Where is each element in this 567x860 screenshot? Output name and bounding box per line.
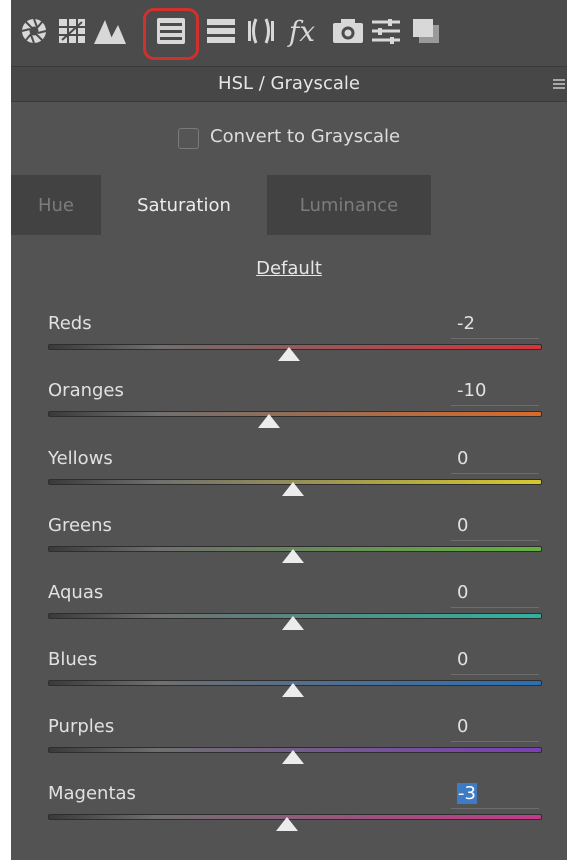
slider-oranges: Oranges -10 bbox=[11, 380, 567, 447]
slider-thumb[interactable] bbox=[282, 750, 304, 764]
slider-magentas: Magentas -3 bbox=[11, 783, 567, 850]
grid-icon[interactable] bbox=[55, 14, 89, 48]
slider-value: -3 bbox=[457, 783, 477, 804]
slider-thumb[interactable] bbox=[282, 616, 304, 630]
aperture-icon[interactable] bbox=[17, 14, 51, 48]
slider-greens: Greens 0 bbox=[11, 515, 567, 582]
panel-header: HSL / Grayscale bbox=[11, 66, 567, 102]
lens-icon[interactable] bbox=[244, 14, 278, 48]
slider-value-field[interactable]: -2 bbox=[451, 313, 539, 339]
slider-thumb[interactable] bbox=[276, 817, 298, 831]
slider-label: Aquas bbox=[48, 582, 104, 603]
slider-aquas: Aquas 0 bbox=[11, 582, 567, 649]
active-tool-highlight bbox=[143, 8, 199, 60]
slider-value-field[interactable]: -3 bbox=[451, 783, 539, 809]
camera-raw-panel: fx HSL / Grayscale Convert to Grayscale … bbox=[11, 0, 567, 860]
slider-label: Yellows bbox=[48, 448, 113, 469]
slider-yellows: Yellows 0 bbox=[11, 448, 567, 515]
slider-label: Oranges bbox=[48, 380, 124, 401]
slider-label: Purples bbox=[48, 716, 115, 737]
slider-thumb[interactable] bbox=[282, 549, 304, 563]
slider-thumb[interactable] bbox=[282, 683, 304, 697]
tab-hue[interactable]: Hue bbox=[11, 175, 101, 235]
slider-thumb[interactable] bbox=[278, 347, 300, 361]
slider-value-field[interactable]: 0 bbox=[451, 716, 539, 742]
slider-value-field[interactable]: 0 bbox=[451, 582, 539, 608]
slider-thumb[interactable] bbox=[258, 414, 280, 428]
fx-label: fx bbox=[288, 14, 316, 48]
slider-value-field[interactable]: 0 bbox=[451, 649, 539, 675]
slider-value: 0 bbox=[457, 649, 469, 670]
panel-toolbar: fx bbox=[11, 0, 567, 66]
slider-label: Blues bbox=[48, 649, 98, 670]
default-link[interactable]: Default bbox=[256, 258, 322, 279]
split-toning-icon[interactable] bbox=[204, 14, 238, 48]
slider-reds: Reds -2 bbox=[11, 313, 567, 380]
slider-label: Magentas bbox=[48, 783, 136, 804]
mountain-icon[interactable] bbox=[93, 14, 127, 48]
slider-value-field[interactable]: 0 bbox=[451, 448, 539, 474]
slider-value: 0 bbox=[457, 716, 469, 737]
slider-value: -10 bbox=[457, 380, 487, 401]
panel-menu-icon[interactable] bbox=[553, 79, 565, 89]
slider-label: Greens bbox=[48, 515, 112, 536]
fx-icon[interactable]: fx bbox=[281, 14, 323, 48]
convert-grayscale-label[interactable]: Convert to Grayscale bbox=[210, 126, 400, 147]
slider-label: Reds bbox=[48, 313, 92, 334]
snapshots-icon[interactable] bbox=[409, 14, 443, 48]
slider-track[interactable] bbox=[48, 411, 542, 417]
slider-value: -2 bbox=[457, 313, 475, 334]
tab-saturation[interactable]: Saturation bbox=[101, 175, 267, 235]
slider-value: 0 bbox=[457, 582, 469, 603]
slider-value: 0 bbox=[457, 515, 469, 536]
camera-icon[interactable] bbox=[331, 14, 365, 48]
tab-luminance[interactable]: Luminance bbox=[267, 175, 431, 235]
convert-grayscale-checkbox[interactable] bbox=[178, 128, 199, 149]
convert-grayscale-row: Convert to Grayscale bbox=[11, 124, 567, 154]
slider-value-field[interactable]: 0 bbox=[451, 515, 539, 541]
slider-value: 0 bbox=[457, 448, 469, 469]
slider-blues: Blues 0 bbox=[11, 649, 567, 716]
slider-value-field[interactable]: -10 bbox=[451, 380, 539, 406]
default-link-row: Default bbox=[11, 258, 567, 279]
hsl-tabs: Hue Saturation Luminance bbox=[11, 175, 567, 235]
slider-thumb[interactable] bbox=[282, 482, 304, 496]
presets-icon[interactable] bbox=[369, 14, 403, 48]
slider-purples: Purples 0 bbox=[11, 716, 567, 783]
panel-title: HSL / Grayscale bbox=[218, 73, 360, 94]
